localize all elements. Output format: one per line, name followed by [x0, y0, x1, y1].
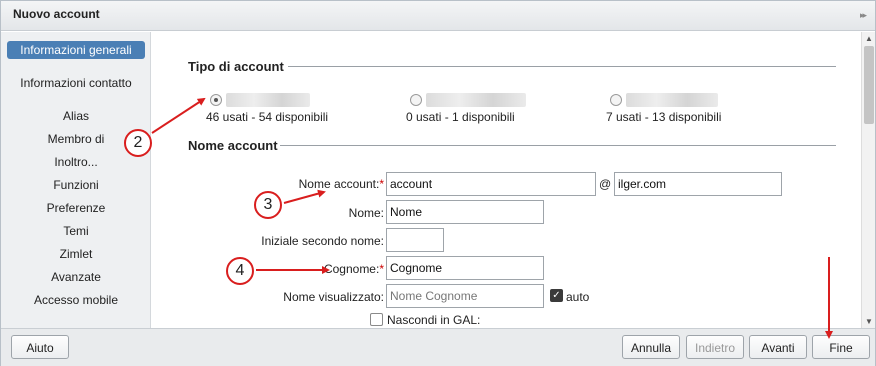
annotation-badge-4: 4: [226, 257, 254, 285]
dialog-title: Nuovo account: [13, 7, 100, 21]
account-type-name-3-redacted: [626, 93, 718, 107]
account-type-radio-2[interactable]: [410, 94, 422, 106]
display-name-input[interactable]: [386, 284, 544, 308]
sidebar-item-advanced[interactable]: Avanzate: [7, 270, 145, 284]
sidebar-item-general-info[interactable]: Informazioni generali: [7, 41, 145, 59]
dialog-footer: Aiuto Annulla Indietro Avanti Fine: [1, 328, 875, 366]
sidebar-item-themes[interactable]: Temi: [7, 224, 145, 238]
account-name-input[interactable]: [386, 172, 596, 196]
hide-in-gal-checkbox[interactable]: [370, 313, 383, 326]
sidebar-item-forwarding[interactable]: Inoltro...: [7, 155, 145, 169]
dialog-titlebar: Nuovo account ▸▸: [1, 1, 875, 31]
sidebar-item-contact-info[interactable]: Informazioni contatto: [7, 76, 145, 90]
sidebar-item-zimlet[interactable]: Zimlet: [7, 247, 145, 261]
account-type-usage-1: 46 usati - 54 disponibili: [206, 110, 329, 124]
auto-display-name-checkbox[interactable]: ✓: [550, 289, 563, 302]
scroll-down-icon[interactable]: ▼: [865, 317, 873, 326]
sidebar-item-alias[interactable]: Alias: [7, 109, 145, 123]
sidebar-nav: Informazioni generali Informazioni conta…: [1, 32, 151, 328]
at-sign: @: [599, 177, 612, 191]
help-button[interactable]: Aiuto: [11, 335, 69, 359]
back-button[interactable]: Indietro: [686, 335, 744, 359]
vertical-scrollbar[interactable]: ▲ ▼: [861, 32, 875, 328]
account-type-name-2-redacted: [426, 93, 526, 107]
finish-button[interactable]: Fine: [812, 335, 870, 359]
domain-input[interactable]: [614, 172, 782, 196]
section-divider: [288, 66, 836, 67]
scrollbar-thumb[interactable]: [864, 46, 874, 124]
section-title-account-name: Nome account: [188, 138, 278, 153]
account-name-label: Nome account:*: [298, 177, 384, 191]
hide-in-gal-label: Nascondi in GAL:: [387, 313, 481, 327]
surname-input[interactable]: [386, 256, 544, 280]
sidebar-item-features[interactable]: Funzioni: [7, 178, 145, 192]
account-type-usage-2: 0 usati - 1 disponibili: [406, 110, 515, 124]
cancel-button[interactable]: Annulla: [622, 335, 680, 359]
sidebar-item-mobile-access[interactable]: Accesso mobile: [7, 293, 145, 307]
next-button[interactable]: Avanti: [749, 335, 807, 359]
account-type-name-1-redacted: [226, 93, 310, 107]
account-type-radio-1[interactable]: [210, 94, 222, 106]
section-divider: [280, 145, 836, 146]
annotation-badge-3: 3: [254, 191, 282, 219]
first-name-input[interactable]: [386, 200, 544, 224]
display-name-label: Nome visualizzato:: [283, 290, 384, 304]
new-account-dialog: Nuovo account ▸▸ Informazioni generali I…: [0, 0, 876, 366]
first-name-label: Nome:: [348, 206, 384, 220]
double-chevron-right-icon[interactable]: ▸▸: [860, 10, 867, 21]
annotation-badge-2: 2: [124, 129, 152, 157]
account-type-radio-3[interactable]: [610, 94, 622, 106]
middle-initial-input[interactable]: [386, 228, 444, 252]
middle-initial-label: Iniziale secondo nome:: [261, 234, 384, 248]
auto-label: auto: [566, 290, 590, 304]
form-content: Tipo di account 46 usati - 54 disponibil…: [152, 32, 861, 328]
scroll-up-icon[interactable]: ▲: [865, 34, 873, 43]
section-title-account-type: Tipo di account: [188, 59, 284, 74]
account-type-usage-3: 7 usati - 13 disponibili: [606, 110, 722, 124]
sidebar-item-preferences[interactable]: Preferenze: [7, 201, 145, 215]
